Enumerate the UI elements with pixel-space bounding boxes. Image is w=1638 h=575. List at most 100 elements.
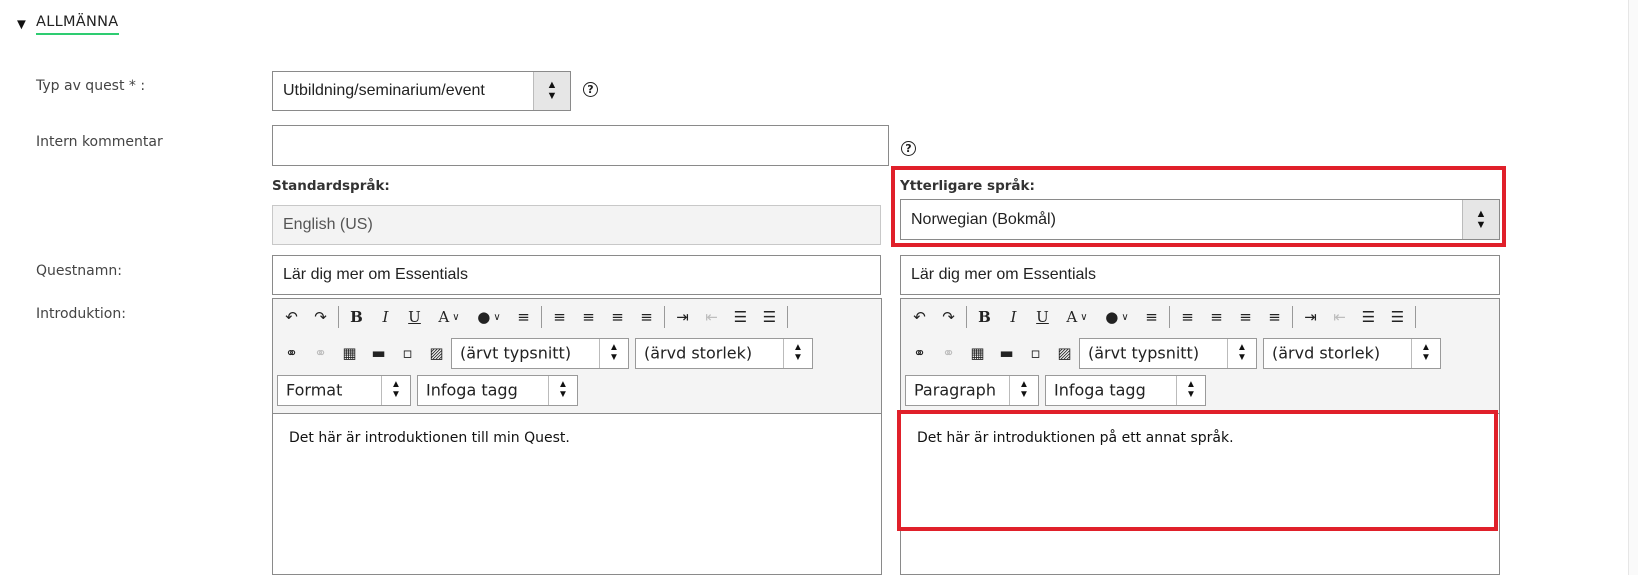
standard-language-label: Standardspråk: [272, 178, 390, 194]
font-size-select[interactable]: (ärvd storlek) ▲ ▼ [1263, 337, 1441, 369]
clear-format-icon[interactable]: ≡ [1137, 304, 1166, 330]
quest-name-default-value: Lär dig mer om Essentials [283, 266, 468, 283]
toolbar-separator [1415, 306, 1416, 328]
introduction-editor-default[interactable]: ↶ ↷ B I U A ∨ ● ∨ ≡ ≡ ≡ ≡ ≡ ⇥ ⇤ ☰ ☰ ⚭ ⚭ ▦ … [272, 298, 882, 575]
font-family-select[interactable]: (ärvt typsnitt) ▲ ▼ [451, 337, 629, 369]
horizontal-rule-icon[interactable]: ▬ [364, 340, 393, 366]
indent-icon[interactable]: ⇥ [1296, 304, 1325, 330]
clear-format-icon[interactable]: ≡ [509, 304, 538, 330]
bold-icon[interactable]: B [970, 304, 999, 330]
toolbar-separator [966, 306, 967, 328]
toolbar-separator [338, 306, 339, 328]
highlight-box-language [891, 166, 1506, 247]
section-title[interactable]: ALLMÄNNA [36, 14, 119, 35]
font-size-spinner[interactable]: ▲ ▼ [1411, 338, 1440, 368]
align-justify-icon[interactable]: ≡ [1260, 304, 1289, 330]
section-header-allmanna[interactable]: ▼ ALLMÄNNA [14, 14, 119, 35]
quest-type-spinner[interactable]: ▲ ▼ [533, 72, 570, 110]
font-family-value: (ärvt typsnitt) [460, 343, 572, 363]
ordered-list-icon[interactable]: ☰ [1354, 304, 1383, 330]
undo-icon[interactable]: ↶ [905, 304, 934, 330]
align-left-icon[interactable]: ≡ [1173, 304, 1202, 330]
align-left-icon[interactable]: ≡ [545, 304, 574, 330]
align-center-icon[interactable]: ≡ [1202, 304, 1231, 330]
horizontal-rule-icon[interactable]: ▬ [992, 340, 1021, 366]
help-icon[interactable]: ? [901, 141, 916, 156]
underline-icon[interactable]: U [400, 304, 429, 330]
indent-icon[interactable]: ⇥ [668, 304, 697, 330]
ordered-list-icon[interactable]: ☰ [726, 304, 755, 330]
bold-icon[interactable]: B [342, 304, 371, 330]
quest-type-value: Utbildning/seminarium/event [283, 82, 485, 99]
embed-icon[interactable]: ▫ [1021, 340, 1050, 366]
format-spinner[interactable]: ▲ ▼ [1009, 375, 1038, 405]
quest-type-select[interactable]: Utbildning/seminarium/event ▲ ▼ [272, 71, 571, 111]
quest-name-input-additional[interactable]: Lär dig mer om Essentials [900, 255, 1500, 295]
image-icon[interactable]: ▨ [1050, 340, 1079, 366]
quest-type-label: Typ av quest * : [36, 78, 146, 94]
italic-icon[interactable]: I [999, 304, 1028, 330]
link-icon[interactable]: ⚭ [277, 340, 306, 366]
editor-toolbar-row-3: Format ▲ ▼ Infoga tagg ▲ ▼ [277, 374, 877, 406]
embed-icon[interactable]: ▫ [393, 340, 422, 366]
font-color-icon[interactable]: A ∨ [429, 304, 469, 330]
insert-tag-spinner[interactable]: ▲ ▼ [548, 375, 577, 405]
arrow-down-icon: ▼ [609, 352, 619, 363]
font-size-value: (ärvd storlek) [644, 343, 753, 363]
quest-name-input-default[interactable]: Lär dig mer om Essentials [272, 255, 881, 295]
arrow-down-icon: ▼ [1237, 352, 1247, 363]
underline-icon[interactable]: U [1028, 304, 1057, 330]
editor-content-area[interactable]: Det här är introduktionen till min Quest… [273, 413, 881, 574]
undo-icon[interactable]: ↶ [277, 304, 306, 330]
internal-comment-input[interactable] [272, 125, 889, 166]
insert-tag-spinner[interactable]: ▲ ▼ [1176, 375, 1205, 405]
link-icon[interactable]: ⚭ [905, 340, 934, 366]
arrow-down-icon: ▼ [558, 389, 568, 400]
format-spinner[interactable]: ▲ ▼ [381, 375, 410, 405]
editor-toolbar-row-3: Paragraph ▲ ▼ Infoga tagg ▲ ▼ [905, 374, 1495, 406]
help-icon[interactable]: ? [583, 82, 598, 97]
font-size-select[interactable]: (ärvd storlek) ▲ ▼ [635, 337, 813, 369]
arrow-down-icon: ▼ [1186, 389, 1196, 400]
table-icon[interactable]: ▦ [335, 340, 364, 366]
redo-icon[interactable]: ↷ [934, 304, 963, 330]
outdent-icon: ⇤ [1333, 308, 1346, 326]
arrow-down-icon: ▼ [546, 90, 558, 102]
redo-icon[interactable]: ↷ [306, 304, 335, 330]
background-color-icon[interactable]: ● ∨ [1097, 304, 1137, 330]
toolbar-separator [787, 306, 788, 328]
align-justify-icon[interactable]: ≡ [632, 304, 661, 330]
quest-name-additional-value: Lär dig mer om Essentials [911, 266, 1096, 283]
bullet-list-icon[interactable]: ☰ [1383, 304, 1412, 330]
page-scrollbar[interactable] [1628, 0, 1638, 575]
editor-toolbar-row-1: ↶ ↷ B I U A ∨ ● ∨ ≡ ≡ ≡ ≡ ≡ ⇥ ⇤ ☰ ☰ [277, 302, 877, 332]
font-family-select[interactable]: (ärvt typsnitt) ▲ ▼ [1079, 337, 1257, 369]
image-icon[interactable]: ▨ [422, 340, 451, 366]
bullet-list-icon[interactable]: ☰ [755, 304, 784, 330]
format-select[interactable]: Format ▲ ▼ [277, 374, 411, 406]
editor-toolbar-row-1: ↶ ↷ B I U A ∨ ● ∨ ≡ ≡ ≡ ≡ ≡ ⇥ ⇤ ☰ ☰ [905, 302, 1495, 332]
align-center-icon[interactable]: ≡ [574, 304, 603, 330]
introduction-label: Introduktion: [36, 306, 126, 322]
toolbar-separator [1169, 306, 1170, 328]
align-right-icon[interactable]: ≡ [1231, 304, 1260, 330]
standard-language-value: English (US) [283, 216, 373, 233]
insert-tag-value: Infoga tagg [1054, 380, 1146, 400]
font-family-spinner[interactable]: ▲ ▼ [1227, 338, 1256, 368]
font-family-spinner[interactable]: ▲ ▼ [599, 338, 628, 368]
font-color-icon[interactable]: A ∨ [1057, 304, 1097, 330]
font-size-value: (ärvd storlek) [1272, 343, 1381, 363]
font-size-spinner[interactable]: ▲ ▼ [783, 338, 812, 368]
align-right-icon[interactable]: ≡ [603, 304, 632, 330]
insert-tag-value: Infoga tagg [426, 380, 518, 400]
format-select[interactable]: Paragraph ▲ ▼ [905, 374, 1039, 406]
insert-tag-select[interactable]: Infoga tagg ▲ ▼ [417, 374, 578, 406]
insert-tag-select[interactable]: Infoga tagg ▲ ▼ [1045, 374, 1206, 406]
format-value: Paragraph [914, 380, 996, 400]
table-icon[interactable]: ▦ [963, 340, 992, 366]
collapse-caret-icon[interactable]: ▼ [14, 16, 36, 33]
quest-name-label: Questnamn: [36, 263, 122, 279]
italic-icon[interactable]: I [371, 304, 400, 330]
font-family-value: (ärvt typsnitt) [1088, 343, 1200, 363]
background-color-icon[interactable]: ● ∨ [469, 304, 509, 330]
